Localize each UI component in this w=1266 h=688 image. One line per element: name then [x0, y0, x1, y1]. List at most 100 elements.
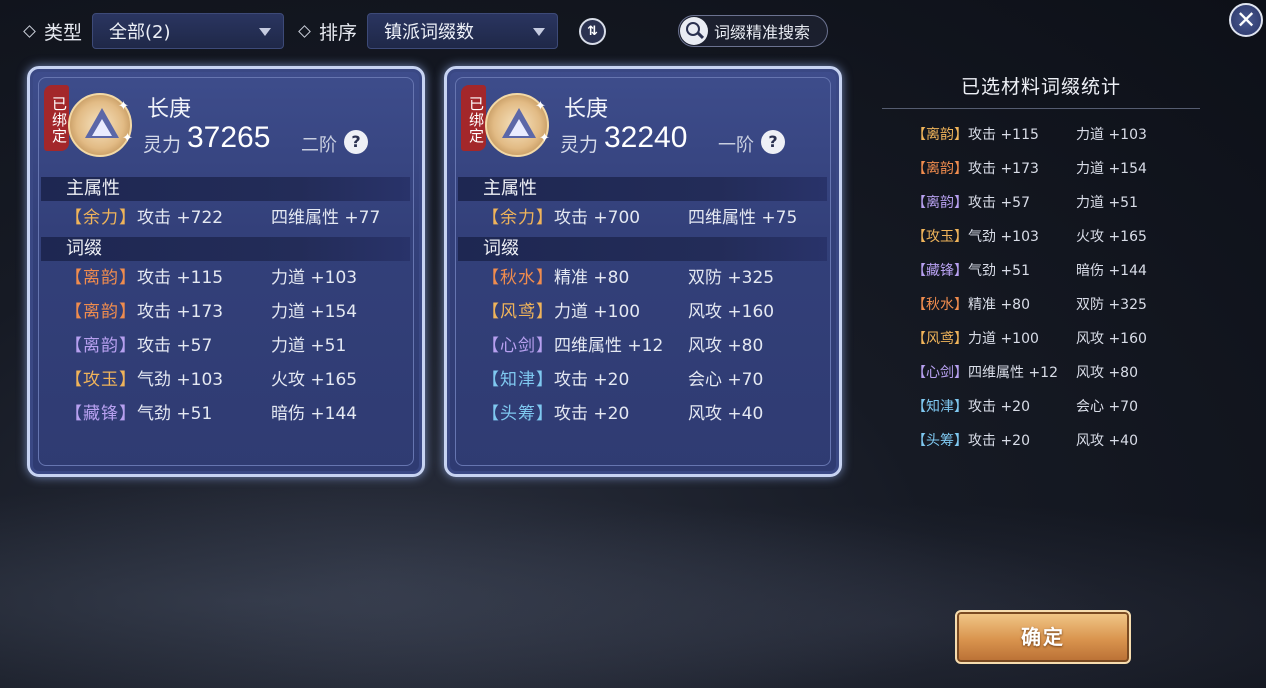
- stat-secondary: 会心 +70: [688, 370, 764, 390]
- affix-tag: 【秋水】: [912, 297, 968, 313]
- stats-row: 【知津】攻击 +20 会心 +70: [912, 396, 1212, 418]
- affix-tag: 【余力】: [482, 208, 554, 228]
- stat-primary: 力道 +100: [968, 331, 1039, 347]
- stat-primary: 气劲 +51: [137, 404, 213, 424]
- tier-label: 一阶: [718, 135, 754, 156]
- stat-secondary: 火攻 +165: [271, 370, 358, 390]
- sort-dropdown-value: 镇派词缀数: [384, 22, 474, 43]
- affix-tag: 【心剑】: [912, 365, 968, 381]
- up-down-arrows-icon: ⇅: [587, 24, 598, 39]
- stat-primary: 四维属性 +12: [554, 336, 664, 356]
- affix-tag: 【余力】: [65, 208, 137, 228]
- type-dropdown-value: 全部(2): [109, 22, 171, 43]
- sparkle-icon: ✦: [539, 131, 550, 146]
- diamond-bullet-icon: [298, 25, 311, 38]
- sparkle-icon: ✦: [535, 99, 546, 114]
- type-dropdown[interactable]: 全部(2): [92, 13, 284, 49]
- stat-secondary: 双防 +325: [688, 268, 775, 288]
- stat-primary: 气劲 +103: [137, 370, 224, 390]
- affix-tag: 【藏锋】: [912, 263, 968, 279]
- stats-row: 【头筹】攻击 +20 风攻 +40: [912, 430, 1212, 452]
- emblem-triangle-inner: [509, 119, 529, 136]
- affix-tag: 【头筹】: [482, 404, 554, 424]
- stat-secondary: 力道 +51: [1076, 195, 1138, 211]
- affix-tag: 【藏锋】: [65, 404, 137, 424]
- caret-down-icon: [259, 28, 271, 36]
- stat-primary: 攻击 +173: [137, 302, 224, 322]
- power-value: 37265: [187, 121, 271, 154]
- affix-tag: 【头筹】: [912, 433, 968, 449]
- type-filter-label: 类型: [23, 18, 83, 45]
- stat-primary: 精准 +80: [968, 297, 1030, 313]
- stat-primary: 四维属性 +12: [968, 365, 1058, 381]
- stat-primary: 攻击 +57: [968, 195, 1030, 211]
- item-emblem-icon: ✦ ✦: [68, 93, 133, 157]
- affix-tag: 【风鸢】: [482, 302, 554, 322]
- sparkle-icon: ✦: [122, 131, 133, 146]
- diamond-bullet-icon: [23, 25, 36, 38]
- tier-label: 二阶: [301, 135, 337, 156]
- stats-title: 已选材料词缀统计: [960, 76, 1121, 98]
- power-value: 32240: [604, 121, 688, 154]
- stat-primary: 气劲 +103: [968, 229, 1039, 245]
- stat-secondary: 力道 +103: [271, 268, 358, 288]
- stat-primary: 攻击 +20: [968, 399, 1030, 415]
- stat-secondary: 力道 +51: [271, 336, 347, 356]
- emblem-triangle-inner: [92, 119, 112, 136]
- affix-tag: 【心剑】: [482, 336, 554, 356]
- filter-bar: 类型 全部(2) 排序 镇派词缀数 ⇅ 词缀精准搜索 ✕: [0, 0, 1266, 62]
- affix-tag: 【离韵】: [65, 302, 137, 322]
- close-button[interactable]: ✕: [1229, 3, 1263, 37]
- affix-tag: 【知津】: [482, 370, 554, 390]
- stat-secondary: 力道 +103: [1076, 127, 1147, 143]
- stats-row: 【秋水】精准 +80 双防 +325: [912, 294, 1212, 316]
- affix-tag: 【风鸢】: [912, 331, 968, 347]
- stat-primary: 攻击 +173: [968, 161, 1039, 177]
- stats-row: 【离韵】攻击 +57 力道 +51: [912, 192, 1212, 214]
- stat-secondary: 双防 +325: [1076, 297, 1147, 313]
- stats-row: 【心剑】四维属性 +12 风攻 +80: [912, 362, 1212, 384]
- stat-secondary: 风攻 +160: [688, 302, 775, 322]
- caret-down-icon: [533, 28, 545, 36]
- stat-primary: 气劲 +51: [968, 263, 1030, 279]
- item-emblem-icon: ✦ ✦: [485, 93, 550, 157]
- material-card-1[interactable]: 已绑定 ✦ ✦ 长庚 灵力 37265 二阶 ? 主属性 【余力】攻击 +722…: [27, 66, 425, 477]
- affix-search-label: 词缀精准搜索: [714, 23, 811, 42]
- affix-tag: 【离韵】: [912, 195, 968, 211]
- main-attr-heading: 主属性: [41, 177, 410, 201]
- material-card-2[interactable]: 已绑定 ✦ ✦ 长庚 灵力 32240 一阶 ? 主属性 【余力】攻击 +700…: [444, 66, 842, 477]
- help-icon[interactable]: ?: [344, 130, 368, 154]
- affix-heading: 词缀: [41, 237, 410, 261]
- stat-primary: 攻击 +20: [554, 404, 630, 424]
- divider: [882, 108, 1200, 109]
- sort-dropdown[interactable]: 镇派词缀数: [367, 13, 558, 49]
- stat-primary: 攻击 +20: [554, 370, 630, 390]
- stat-secondary: 风攻 +80: [688, 336, 764, 356]
- affix-tag: 【秋水】: [482, 268, 554, 288]
- stats-row: 【藏锋】气劲 +51 暗伤 +144: [912, 260, 1212, 282]
- stat-primary: 精准 +80: [554, 268, 630, 288]
- affix-search-button[interactable]: 词缀精准搜索: [678, 15, 828, 47]
- type-label-text: 类型: [44, 22, 83, 44]
- bound-badge: 已绑定: [44, 85, 69, 151]
- stat-secondary: 四维属性 +75: [688, 208, 798, 228]
- sort-filter-label: 排序: [298, 18, 358, 45]
- power-label: 灵力: [560, 134, 599, 156]
- stat-secondary: 暗伤 +144: [1076, 263, 1147, 279]
- stat-primary: 攻击 +115: [968, 127, 1039, 143]
- sort-order-toggle-button[interactable]: ⇅: [579, 18, 606, 45]
- stat-secondary: 风攻 +80: [1076, 365, 1138, 381]
- sort-label-text: 排序: [319, 22, 358, 44]
- stat-primary: 力道 +100: [554, 302, 641, 322]
- stat-secondary: 暗伤 +144: [271, 404, 358, 424]
- help-icon[interactable]: ?: [761, 130, 785, 154]
- stat-secondary: 四维属性 +77: [271, 208, 381, 228]
- stat-primary: 攻击 +115: [137, 268, 224, 288]
- confirm-button[interactable]: 确定: [955, 610, 1131, 664]
- affix-tag: 【离韵】: [65, 268, 137, 288]
- power-label: 灵力: [143, 134, 182, 156]
- stat-secondary: 力道 +154: [271, 302, 358, 322]
- stat-primary: 攻击 +722: [137, 208, 224, 228]
- item-name: 长庚: [147, 97, 192, 122]
- stat-primary: 攻击 +700: [554, 208, 641, 228]
